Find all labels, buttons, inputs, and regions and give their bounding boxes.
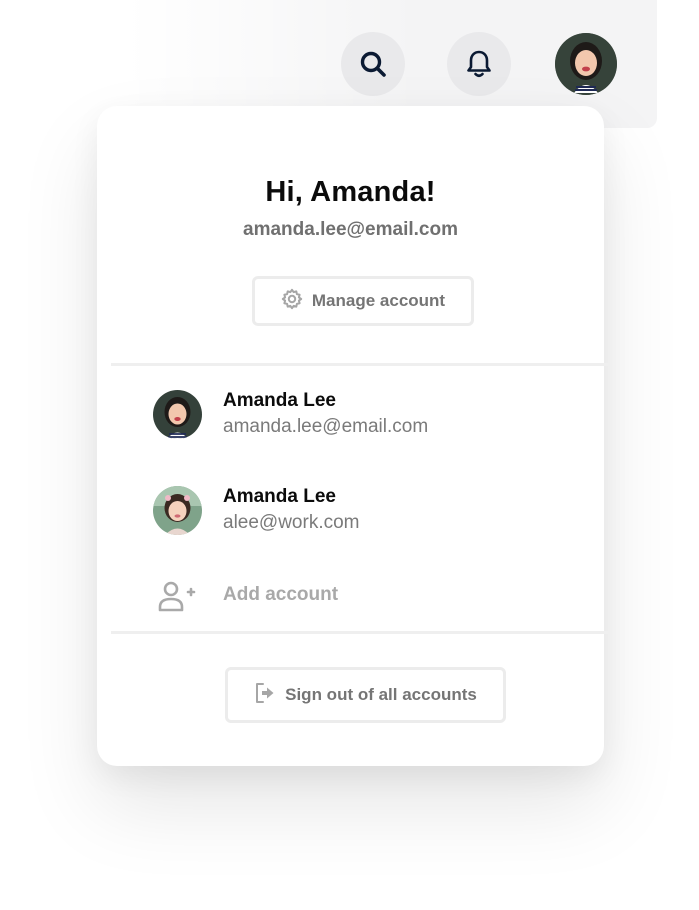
account-item-1[interactable]: Amanda Lee amanda.lee@email.com	[153, 390, 573, 446]
account-avatar	[153, 390, 202, 439]
search-icon	[359, 50, 387, 78]
divider	[111, 363, 608, 366]
bell-icon	[465, 49, 493, 79]
account-name: Amanda Lee	[223, 390, 336, 411]
add-account-button[interactable]: Add account	[157, 576, 457, 616]
avatar[interactable]	[555, 33, 617, 95]
account-item-2[interactable]: Amanda Lee alee@work.com	[153, 486, 573, 542]
account-email: alee@work.com	[223, 512, 360, 533]
primary-email: amanda.lee@email.com	[243, 219, 458, 240]
greeting-title: Hi, Amanda!	[265, 176, 436, 208]
add-account-label: Add account	[223, 584, 339, 605]
search-button[interactable]	[341, 32, 405, 96]
add-user-icon	[157, 579, 197, 618]
divider	[111, 631, 608, 634]
account-name: Amanda Lee	[223, 486, 336, 507]
sign-out-icon	[254, 682, 276, 709]
manage-account-label: Manage account	[311, 291, 446, 310]
gear-icon	[281, 288, 303, 315]
account-menu-card: Hi, Amanda! amanda.lee@email.com Manage …	[97, 106, 608, 766]
account-avatar	[153, 486, 202, 535]
notifications-button[interactable]	[447, 32, 511, 96]
account-email: amanda.lee@email.com	[223, 416, 429, 437]
sign-out-all-button[interactable]: Sign out of all accounts	[225, 667, 506, 723]
sign-out-label: Sign out of all accounts	[285, 685, 477, 704]
manage-account-button[interactable]: Manage account	[252, 276, 474, 326]
